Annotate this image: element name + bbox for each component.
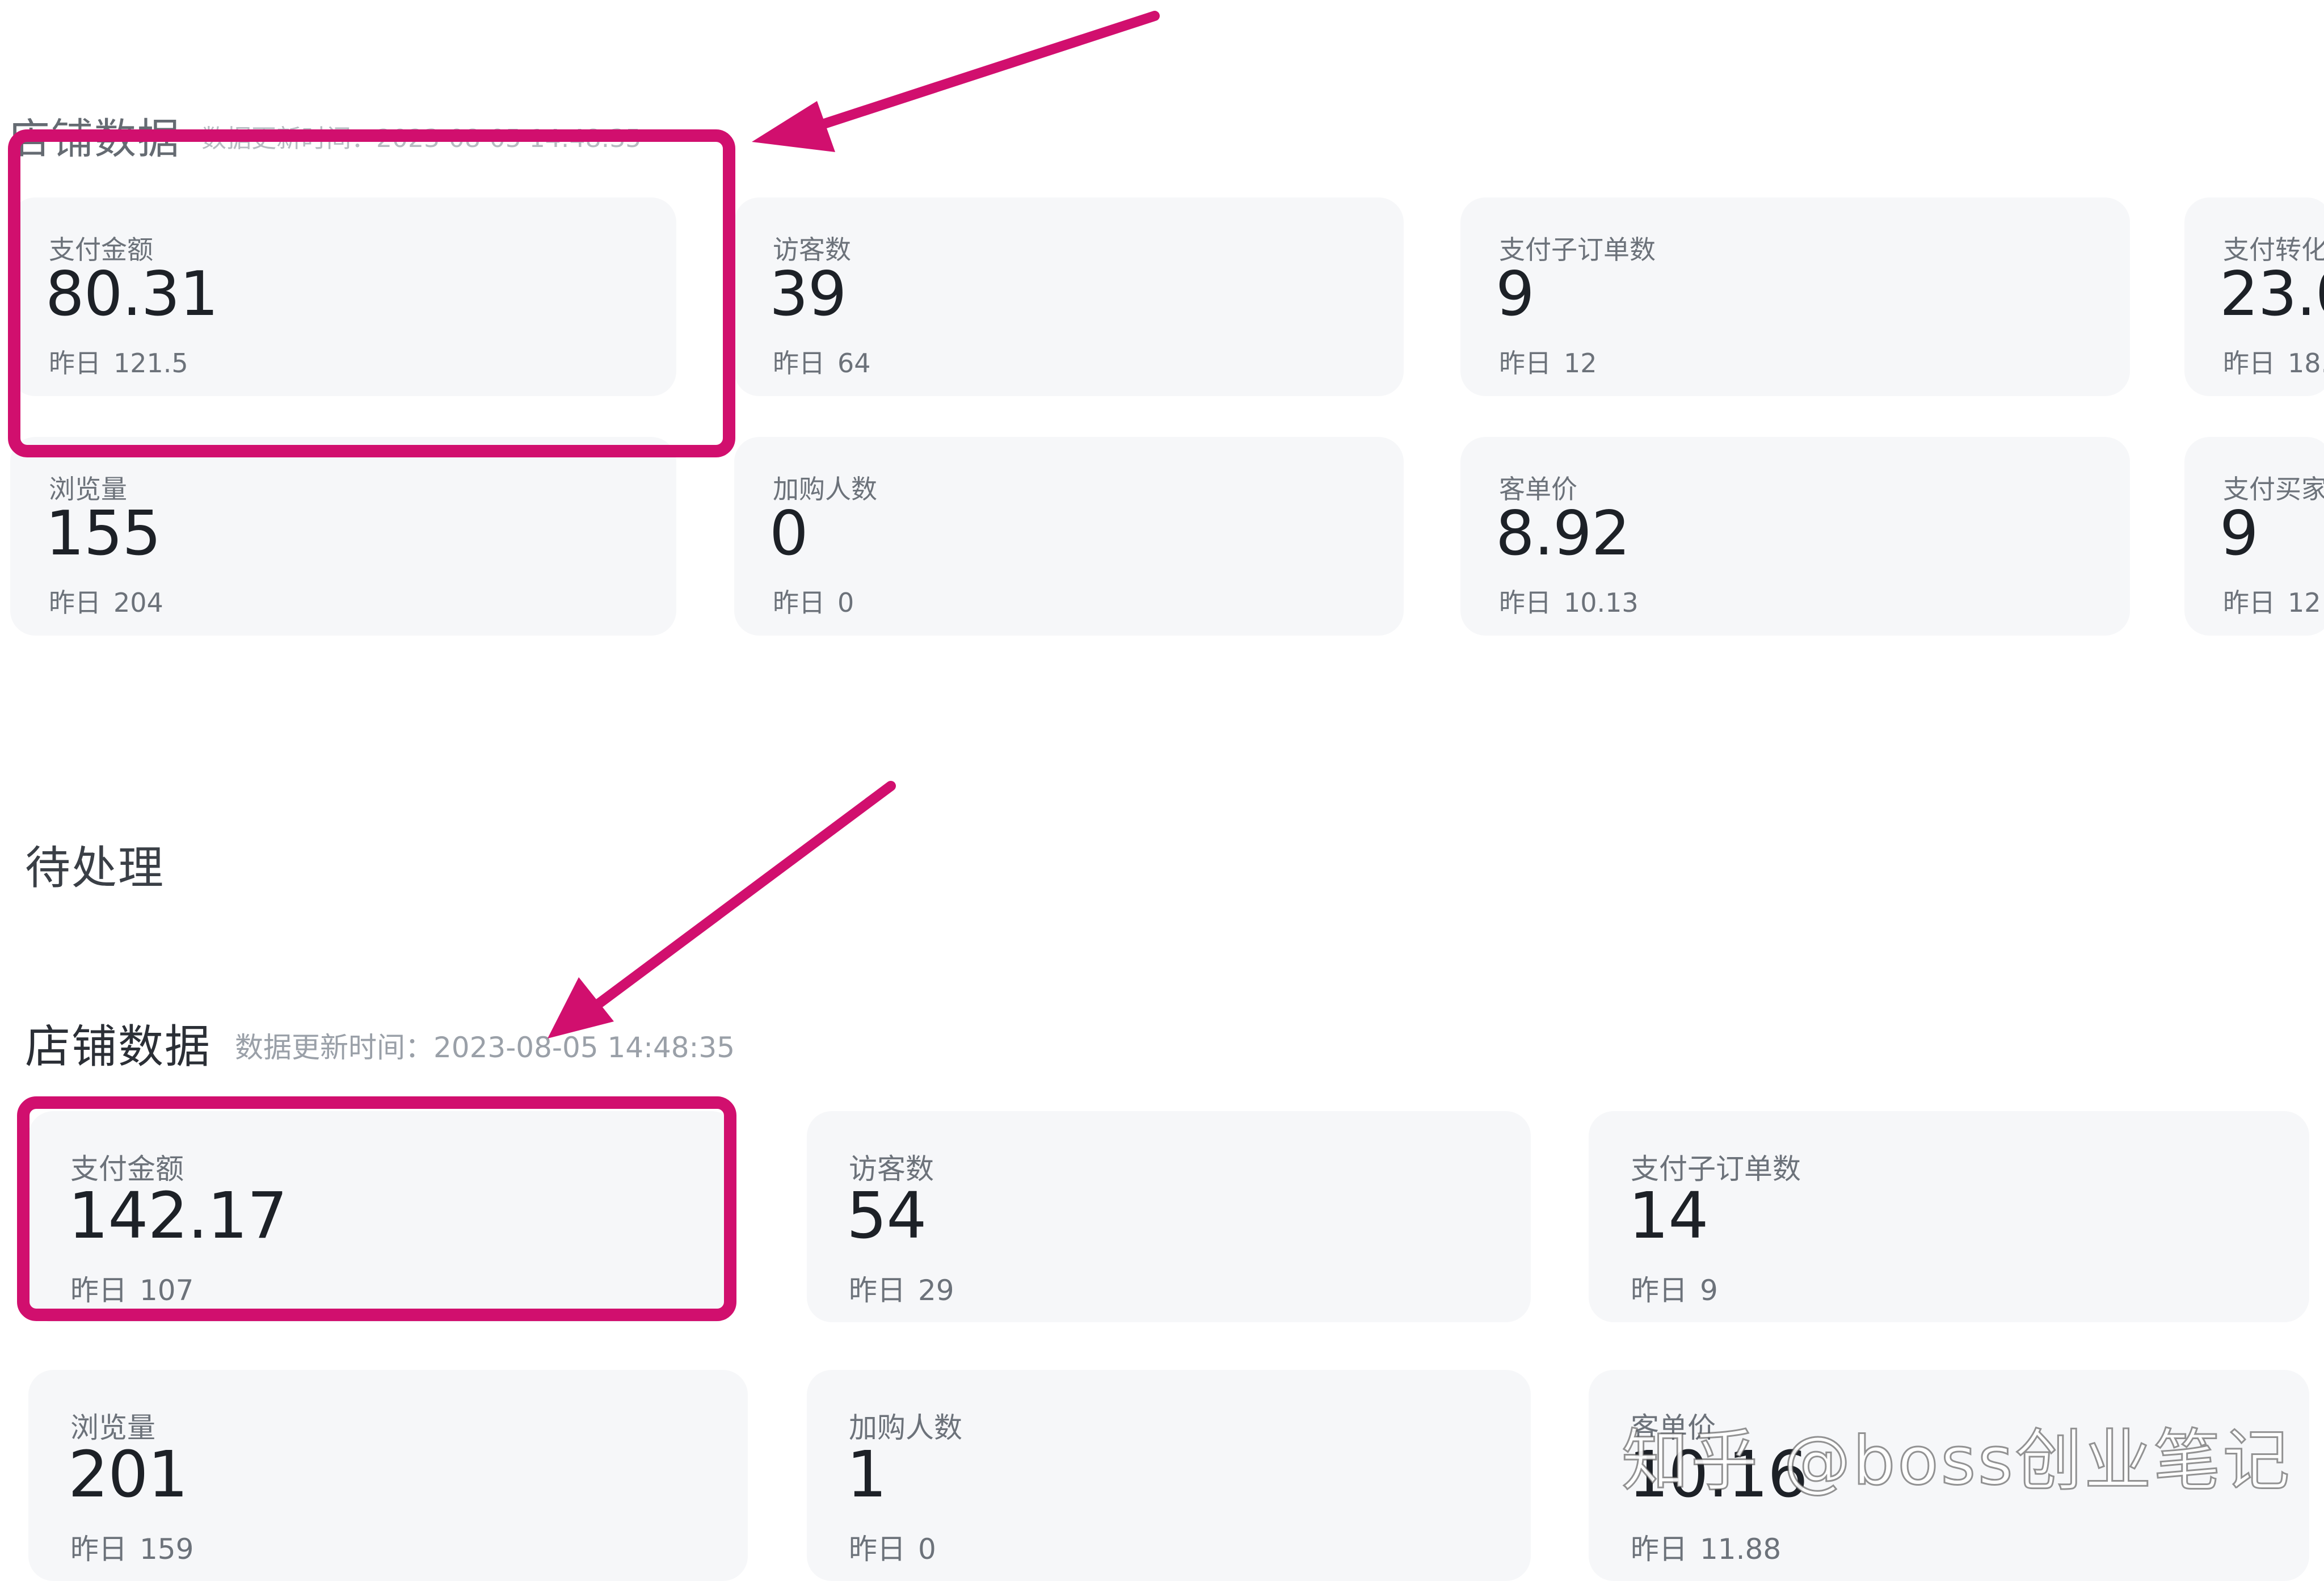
arrow-line-bottom [585,781,896,1015]
arrow-line-top [795,11,1160,137]
annotation-arrows [548,11,1160,1038]
watermark: 知乎 @boss创业笔记 [1621,1421,2292,1501]
arrow-head-bottom [548,977,614,1038]
arrow-head-top [752,101,835,152]
